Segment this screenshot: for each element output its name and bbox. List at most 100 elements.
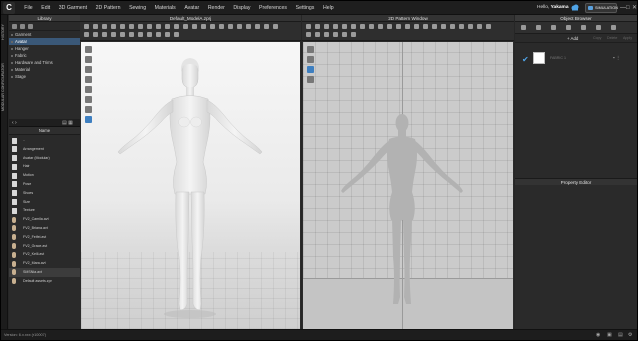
list-item[interactable]: Default assets.zpr <box>9 277 80 286</box>
edit-pattern-icon[interactable] <box>315 24 320 29</box>
select-tool-icon[interactable] <box>84 24 89 29</box>
name-column-header[interactable]: Name <box>9 127 80 135</box>
fabric-options-icon[interactable]: ▪ ⋮ <box>613 55 620 61</box>
grading-icon[interactable] <box>432 24 437 29</box>
layer-2d-icon[interactable] <box>342 32 347 37</box>
library-tree-item[interactable]: Avatar <box>9 38 80 45</box>
trim-tool-icon[interactable] <box>192 24 197 29</box>
menu-file[interactable]: File <box>20 4 37 12</box>
tack-tool-icon[interactable] <box>120 24 125 29</box>
topstitch-tab-icon[interactable] <box>581 25 586 30</box>
menu-avatar[interactable]: Avatar <box>180 4 204 12</box>
hair-tool-icon[interactable] <box>246 24 251 29</box>
mesh-icon[interactable] <box>138 32 143 37</box>
annotation-icon[interactable] <box>459 24 464 29</box>
texture-tool-icon[interactable] <box>156 24 161 29</box>
thickness-icon[interactable] <box>120 32 125 37</box>
list-item[interactable]: FV2_Camila.avt <box>9 215 80 224</box>
cloud-icon[interactable] <box>571 4 579 11</box>
ruler-icon[interactable] <box>333 32 338 37</box>
menu-help[interactable]: Help <box>319 4 338 12</box>
menu-2d-pattern[interactable]: 2D Pattern <box>91 4 124 12</box>
list-icon[interactable] <box>20 23 25 29</box>
menu-preferences[interactable]: Preferences <box>255 4 292 12</box>
ellipse-icon[interactable] <box>351 24 356 29</box>
pin-tool-icon[interactable] <box>111 24 116 29</box>
tape-tool-icon[interactable] <box>138 24 143 29</box>
brush-tool-icon[interactable] <box>147 24 152 29</box>
buttonhole-tab-icon[interactable] <box>566 25 571 30</box>
zipper-tool-icon[interactable] <box>183 24 188 29</box>
add-folder-icon[interactable] <box>28 23 33 29</box>
menu-settings[interactable]: Settings <box>291 4 318 12</box>
list-item[interactable]: Arrangement <box>9 145 80 154</box>
3d-viewport[interactable] <box>81 42 300 329</box>
grid-icon[interactable] <box>324 32 329 37</box>
grainline-icon[interactable] <box>441 24 446 29</box>
segment-sewing-icon[interactable] <box>387 24 392 29</box>
normal-icon[interactable] <box>129 32 134 37</box>
graphic-tool-icon[interactable] <box>165 24 170 29</box>
tab-history[interactable]: HISTORY <box>1 17 8 47</box>
menu-materials[interactable]: Materials <box>150 4 180 12</box>
list-item[interactable]: Motion <box>9 171 80 180</box>
copy-button[interactable]: Copy <box>593 36 601 40</box>
menu-edit[interactable]: Edit <box>37 4 55 12</box>
screen-icon[interactable]: ▤ <box>618 332 623 338</box>
texture-2d-icon[interactable] <box>450 24 455 29</box>
view-icon[interactable] <box>12 23 17 29</box>
layer-icon[interactable] <box>147 32 152 37</box>
flatten-icon[interactable] <box>156 32 161 37</box>
measure-tool-icon[interactable] <box>129 24 134 29</box>
zoom-icon[interactable] <box>306 32 311 37</box>
reset-icon[interactable] <box>174 32 179 37</box>
list-item[interactable]: Size <box>9 198 80 207</box>
button-tool-icon[interactable] <box>174 24 179 29</box>
add-button[interactable]: + Add <box>567 36 578 41</box>
list-item[interactable]: FV2_Grace.avt <box>9 242 80 251</box>
apply-button[interactable]: Apply <box>623 36 632 40</box>
pose-tool-icon[interactable] <box>264 24 269 29</box>
fold-line-icon[interactable] <box>414 24 419 29</box>
library-tree-item[interactable]: Fabric <box>9 52 80 59</box>
symmetry-icon[interactable] <box>165 32 170 37</box>
fitting-tool-icon[interactable] <box>201 24 206 29</box>
nav-arrows-icon[interactable]: ‹ › <box>12 120 17 126</box>
size-tool-icon[interactable] <box>255 24 260 29</box>
dart-icon[interactable] <box>369 24 374 29</box>
snapshot-tool-icon[interactable] <box>237 24 242 29</box>
delete-button[interactable]: Delete <box>607 36 617 40</box>
trace-icon[interactable] <box>378 24 383 29</box>
notification-icon[interactable]: ◉ <box>596 332 600 338</box>
settings-icon[interactable]: ⚙ <box>628 332 632 338</box>
graphic-tab-icon[interactable] <box>611 25 616 30</box>
layout-icon[interactable]: ▣ <box>607 332 612 338</box>
list-item[interactable]: FV2_Feifei.avt <box>9 233 80 242</box>
list-item[interactable]: FV2_Mara.avt <box>9 259 80 268</box>
menu-render[interactable]: Render <box>204 4 230 12</box>
check-sewing-icon[interactable] <box>405 24 410 29</box>
library-tree-item[interactable]: Stage <box>9 73 80 80</box>
fabric-list-item[interactable]: ✔ FABRIC 1 ▪ ⋮ <box>515 50 637 68</box>
trim-tab-icon[interactable] <box>596 25 601 30</box>
2d-viewport[interactable] <box>303 42 513 329</box>
fold-tool-icon[interactable] <box>102 24 107 29</box>
fit-view-icon[interactable] <box>315 32 320 37</box>
user-greeting[interactable]: Hello, Yakama <box>537 5 568 10</box>
strain-map-icon[interactable] <box>84 32 89 37</box>
menu-3d-garment[interactable]: 3D Garment <box>55 4 92 12</box>
library-tree-item[interactable]: Hardware and Trims <box>9 59 80 66</box>
tab-modular-configurator[interactable]: MODULAR CONFIGURATOR <box>1 57 8 117</box>
fit-map-icon[interactable] <box>102 32 107 37</box>
pleat-icon[interactable] <box>468 24 473 29</box>
list-item[interactable]: Shoes <box>9 189 80 198</box>
simulation-button[interactable]: SIMULATION <box>585 3 618 13</box>
list-item[interactable]: Pose <box>9 180 80 189</box>
stress-map-icon[interactable] <box>93 32 98 37</box>
list-item[interactable]: FV2_Kelli.avt <box>9 250 80 259</box>
render-tool-icon[interactable] <box>228 24 233 29</box>
move-tool-icon[interactable] <box>93 24 98 29</box>
edit-curve-icon[interactable] <box>324 24 329 29</box>
light-tool-icon[interactable] <box>219 24 224 29</box>
polygon-icon[interactable] <box>342 24 347 29</box>
